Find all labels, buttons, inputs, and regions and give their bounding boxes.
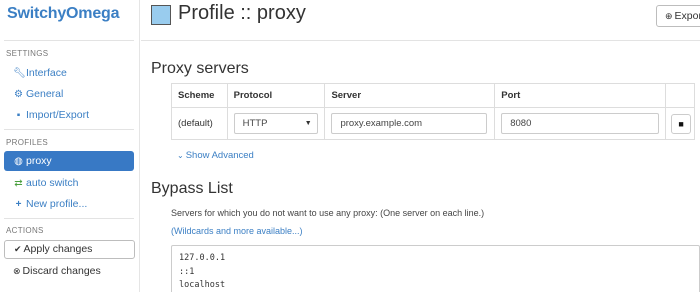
sidebar-item-import-export[interactable]: ▪ Import/Export [4,105,134,125]
sidebar-item-new-profile[interactable]: + New profile... [4,194,134,214]
apply-changes-button[interactable]: ✔ Apply changes [4,240,135,259]
sidebar-divider [4,40,134,41]
bypass-entry: 127.0.0.1 [179,253,226,263]
discard-changes-button[interactable]: ⊗ Discard changes [4,262,134,281]
sidebar-item-label: proxy [26,155,52,167]
settings-section-header: SETTINGS [6,49,49,58]
globe-icon: ◍ [14,156,23,167]
column-header-actions [665,83,695,108]
lock-icon: ■ [678,118,684,129]
column-header-port: Port [494,83,667,108]
show-advanced-link[interactable]: ⌄ Show Advanced [177,150,254,161]
retweet-icon: ⇄ [14,178,23,189]
table-header-row: Scheme Protocol Server Port [171,83,695,108]
sidebar-item-label: auto switch [26,177,79,189]
sidebar-item-general[interactable]: ⚙ General [4,84,134,104]
port-value: 8080 [510,118,532,129]
proxy-servers-table: Scheme Protocol Server Port (default) HT… [171,83,695,140]
column-header-scheme: Scheme [171,83,228,108]
export-label: Expor [674,10,700,22]
discard-changes-label: Discard changes [22,265,101,277]
server-value: proxy.example.com [340,118,423,129]
app-brand[interactable]: SwitchyOmega [7,5,120,23]
wrench-icon: 🔧︎ [13,68,26,79]
protocol-select[interactable]: HTTP ▼ [233,113,318,134]
proxy-servers-heading: Proxy servers [151,60,249,77]
column-header-server: Server [324,83,496,108]
bypass-entry: ::1 [179,266,195,277]
actions-section-header: ACTIONS [6,226,44,235]
page-title: Profile :: proxy [178,2,306,24]
sidebar-item-auto-switch[interactable]: ⇄ auto switch [4,173,134,193]
wildcards-help-link[interactable]: (Wildcards and more available...) [171,226,303,236]
sidebar-item-interface[interactable]: 🔧︎Interface [4,63,134,83]
sidebar-divider [4,129,134,130]
profiles-section-header: PROFILES [6,138,48,147]
sidebar-item-label: Interface [26,67,67,79]
plus-icon: + [15,199,22,210]
dropdown-arrow-icon: ▼ [304,120,312,127]
bypass-entry: localhost [179,280,226,290]
table-row: (default) HTTP ▼ proxy.example.com 8080 [171,107,695,140]
protocol-value: HTTP [242,118,268,129]
column-header-protocol: Protocol [226,83,326,108]
bypass-list-description: Servers for which you do not want to use… [171,208,485,218]
sidebar: SwitchyOmega SETTINGS 🔧︎Interface ⚙ Gener… [0,0,140,292]
profile-color-swatch[interactable] [151,5,171,25]
main-content: Profile :: proxy ⊕ Expor Proxy servers Sc… [141,0,700,292]
floppy-icon: ▪ [16,110,21,121]
sidebar-item-label: New profile... [26,198,88,210]
server-input[interactable]: proxy.example.com [331,113,488,134]
bypass-list-heading: Bypass List [151,180,233,197]
apply-changes-label: Apply changes [23,243,93,255]
check-circle-icon: ✔ [14,244,22,254]
gear-icon: ⚙ [14,89,23,100]
auth-lock-button[interactable]: ■ [671,113,692,134]
header-divider [141,40,700,41]
sidebar-divider [4,218,134,219]
port-input[interactable]: 8080 [501,113,660,134]
download-icon: ⊕ [665,11,673,21]
show-advanced-label: Show Advanced [185,150,254,161]
sidebar-item-label: Import/Export [26,109,90,121]
bypass-list-textarea[interactable]: 127.0.0.1 ::1 localhost [171,245,700,292]
sidebar-item-proxy[interactable]: ◍ proxy [4,151,134,171]
export-button[interactable]: ⊕ Expor [656,5,700,27]
scheme-cell: (default) [171,107,228,140]
chevron-down-icon: ⌄ [177,151,184,160]
sidebar-item-label: General [26,88,64,100]
cancel-circle-icon: ⊗ [13,266,21,276]
